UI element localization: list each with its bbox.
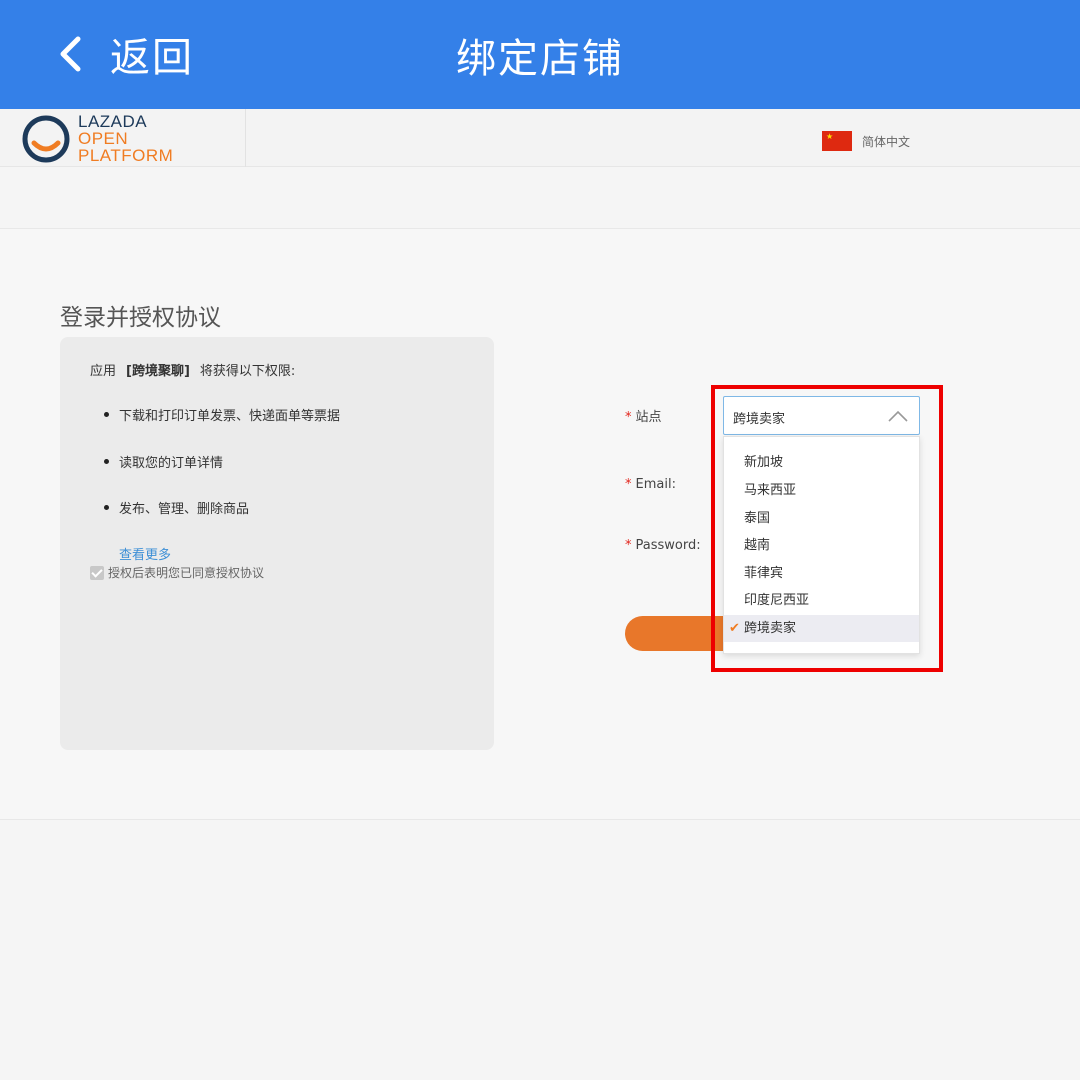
site-option[interactable]: 越南 — [724, 532, 919, 559]
bullet-icon — [104, 459, 109, 464]
site-option-selected[interactable]: ✔ 跨境卖家 — [724, 615, 919, 642]
required-mark: * — [625, 538, 632, 553]
site-option[interactable]: 菲律宾 — [724, 560, 919, 587]
china-flag-icon: ★ — [822, 131, 852, 151]
permission-text: 下载和打印订单发票、快递面单等票据 — [119, 409, 341, 424]
view-more-link[interactable]: 查看更多 — [119, 544, 171, 563]
logo-line-lazada: LAZADA — [78, 112, 148, 131]
chevron-up-icon — [887, 408, 909, 427]
agree-text: 授权后表明您已同意授权协议 — [108, 566, 265, 580]
header-divider — [245, 109, 246, 167]
lazada-logo[interactable]: LAZADA OPEN PLATFORM — [20, 113, 173, 169]
page-title: 绑定店铺 — [456, 36, 624, 82]
site-dropdown: 新加坡 马来西亚 泰国 越南 菲律宾 印度尼西亚 ✔ 跨境卖家 — [723, 436, 920, 654]
logo-line-platform: PLATFORM — [78, 146, 174, 165]
bullet-icon — [104, 412, 109, 417]
site-select[interactable]: 跨境卖家 — [723, 396, 920, 435]
language-switcher[interactable]: ★ 简体中文 — [822, 131, 910, 151]
permission-text: 读取您的订单详情 — [119, 456, 224, 471]
site-option[interactable]: 马来西亚 — [724, 477, 919, 504]
permission-item: 下载和打印订单发票、快递面单等票据 — [104, 405, 340, 424]
agree-checkbox-row[interactable]: 授权后表明您已同意授权协议 — [90, 564, 264, 581]
site-select-value: 跨境卖家 — [733, 412, 786, 427]
permission-text: 发布、管理、删除商品 — [119, 502, 250, 517]
password-label-text: Password: — [635, 538, 701, 553]
permission-item: 发布、管理、删除商品 — [104, 498, 249, 517]
permission-item: 读取您的订单详情 — [104, 452, 223, 471]
email-label: * Email: — [625, 477, 676, 492]
required-mark: * — [625, 477, 632, 492]
app-bar: 返回 绑定店铺 — [0, 0, 1080, 109]
agree-checkbox[interactable] — [90, 565, 104, 580]
check-icon: ✔ — [729, 621, 740, 636]
required-mark: * — [625, 410, 632, 425]
permission-intro: 应用 [跨境聚聊] 将获得以下权限: — [90, 360, 295, 379]
password-label: * Password: — [625, 538, 701, 553]
site-option[interactable]: 泰国 — [724, 505, 919, 532]
lazada-logo-icon — [20, 113, 72, 169]
page-footer-area — [0, 821, 1080, 1080]
site-option-label: 跨境卖家 — [744, 621, 797, 636]
intro-prefix: 应用 — [90, 364, 117, 379]
logo-text: LAZADA OPEN PLATFORM — [78, 113, 173, 164]
site-label: * 站点 — [625, 406, 662, 425]
intro-suffix: 将获得以下权限: — [199, 364, 296, 379]
app-name: [跨境聚聊] — [126, 364, 190, 379]
site-label-text: 站点 — [635, 410, 662, 425]
email-label-text: Email: — [635, 477, 676, 492]
site-option[interactable]: 印度尼西亚 — [724, 587, 919, 614]
site-header: LAZADA OPEN PLATFORM ★ 简体中文 — [0, 109, 1080, 167]
bullet-icon — [104, 505, 109, 510]
logo-line-open: OPEN — [78, 129, 129, 148]
section-title: 登录并授权协议 — [60, 305, 221, 331]
language-label: 简体中文 — [862, 134, 911, 149]
site-option[interactable]: 新加坡 — [724, 449, 919, 476]
